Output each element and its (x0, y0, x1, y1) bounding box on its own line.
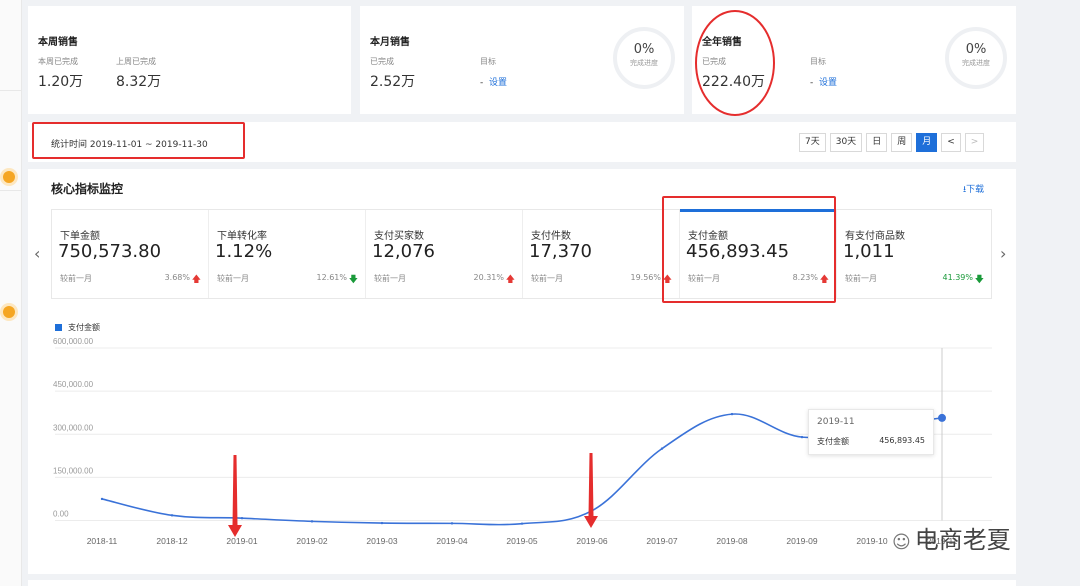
watermark-text: 电商老夏 (914, 526, 1011, 554)
data-point (520, 522, 524, 525)
x-tick-label: 2019-04 (436, 536, 467, 546)
annotation-arrow (584, 453, 598, 528)
line-chart: 600,000.00 450,000.00 300,000.00 150,000.00… (53, 337, 992, 546)
x-tick-label: 2019-05 (506, 536, 537, 546)
tooltip-value: 456,893.45 (879, 436, 925, 445)
y-tick-label: 0.00 (53, 510, 69, 519)
x-tick-label: 2018-12 (156, 536, 187, 546)
next-card-edge (28, 580, 1016, 586)
data-point (380, 521, 384, 525)
data-point (940, 416, 944, 420)
x-tick-label: 2018-11 (87, 536, 118, 546)
y-tick-label: 450,000.00 (53, 380, 94, 389)
x-tick-label: 2019-07 (646, 536, 677, 546)
y-tick-label: 600,000.00 (53, 337, 94, 346)
x-tick-label: 2019-08 (716, 536, 747, 546)
data-point (800, 435, 804, 439)
data-point (730, 412, 734, 416)
x-tick-label: 2019-02 (296, 536, 327, 546)
chart-tooltip: 2019-11 支付金额 456,893.45 (808, 409, 934, 455)
tooltip-name: 支付金额 (817, 437, 849, 446)
y-tick-label: 300,000.00 (53, 423, 94, 432)
data-point (310, 520, 314, 523)
data-point (240, 517, 244, 520)
data-point (450, 522, 454, 525)
data-point (660, 447, 664, 450)
x-tick-label: 2019-09 (786, 536, 817, 546)
x-tick-label: 2019-06 (576, 536, 607, 546)
data-point (170, 514, 174, 517)
x-tick-label: 2019-03 (366, 536, 397, 546)
tooltip-date: 2019-11 (817, 417, 855, 427)
y-tick-label: 150,000.00 (53, 466, 94, 475)
data-point (100, 497, 104, 501)
annotation-arrow (228, 455, 242, 537)
wechat-icon: ☺ (892, 532, 911, 553)
x-tick-label: 2019-01 (226, 536, 257, 546)
x-tick-label: 2019-10 (856, 536, 887, 546)
watermark: ☺ 电商老夏 (892, 520, 1011, 555)
